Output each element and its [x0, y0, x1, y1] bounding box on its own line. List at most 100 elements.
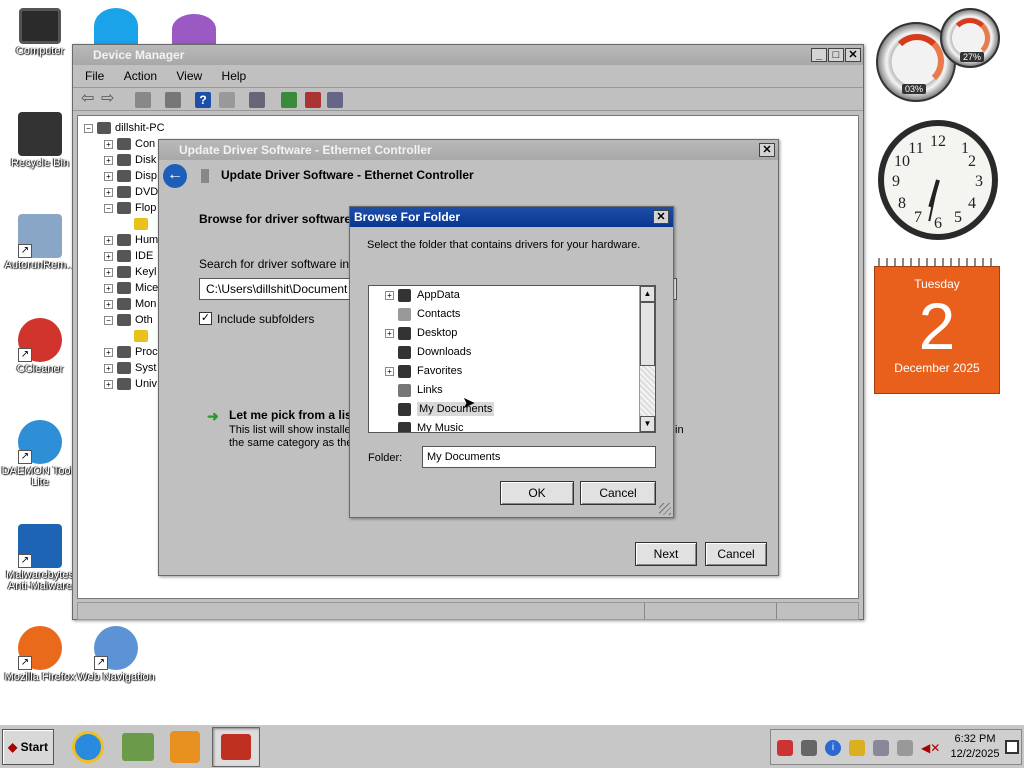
close-button[interactable]: ✕ — [845, 48, 861, 62]
expand-icon[interactable]: + — [104, 299, 113, 309]
collapse-icon[interactable]: − — [104, 203, 113, 213]
desktop-icon-recycle-bin[interactable]: Recycle Bin — [0, 112, 80, 169]
menu-file[interactable]: File — [77, 69, 112, 83]
desktop-icon-daemon-tools[interactable]: ↗ DAEMON Tools Lite — [0, 420, 80, 488]
expand-icon[interactable]: + — [104, 187, 113, 197]
include-subfolders-label[interactable]: Include subfolders — [217, 312, 314, 326]
start-button[interactable]: ◆ Start — [2, 729, 54, 765]
taskbar-explorer-icon[interactable] — [122, 733, 154, 761]
scroll-down-button[interactable]: ▼ — [640, 416, 655, 432]
expand-icon[interactable]: + — [385, 290, 394, 300]
update-driver-titlebar[interactable]: Update Driver Software - Ethernet Contro… — [159, 140, 778, 160]
expand-icon[interactable]: + — [104, 139, 113, 149]
tree-node[interactable]: + IDE — [104, 248, 153, 264]
update-driver-icon[interactable] — [281, 92, 297, 108]
expand-icon[interactable]: + — [104, 171, 113, 181]
expand-icon[interactable]: + — [104, 235, 113, 245]
folder-input[interactable]: My Documents — [422, 446, 656, 468]
browse-folder-titlebar[interactable]: Browse For Folder ✕ — [350, 207, 673, 227]
properties-icon[interactable] — [165, 92, 181, 108]
folder-item[interactable]: Links — [398, 381, 443, 400]
collapse-icon[interactable]: − — [104, 315, 113, 325]
menu-help[interactable]: Help — [214, 69, 255, 83]
folder-item[interactable]: Contacts — [398, 305, 460, 324]
volume-muted-icon[interactable]: ◀✕ — [921, 740, 940, 756]
tree-child[interactable] — [134, 328, 152, 344]
view-icon[interactable] — [219, 92, 235, 108]
cancel-button[interactable]: Cancel — [580, 481, 656, 505]
expand-icon[interactable]: + — [104, 283, 113, 293]
show-desktop-icon[interactable] — [1005, 740, 1019, 754]
help-icon[interactable]: ? — [195, 92, 211, 108]
cpu-meter-gadget[interactable]: 03% 27% — [872, 8, 1002, 104]
include-subfolders-checkbox[interactable]: ✓ — [199, 312, 212, 325]
network-icon[interactable] — [849, 740, 865, 756]
enable-device-icon[interactable] — [327, 92, 343, 108]
collapse-icon[interactable]: − — [84, 123, 93, 133]
menu-action[interactable]: Action — [116, 69, 165, 83]
tree-root[interactable]: − dillshit-PC — [84, 120, 165, 136]
cancel-button[interactable]: Cancel — [705, 542, 767, 566]
folder-item[interactable]: My Music — [398, 419, 463, 432]
desktop-icon-malwarebytes[interactable]: ↗ Malwarebytes Anti-Malware — [0, 524, 80, 592]
expand-icon[interactable]: + — [104, 379, 113, 389]
scan-hardware-icon[interactable] — [249, 92, 265, 108]
close-button[interactable]: ✕ — [759, 143, 775, 157]
info-icon[interactable]: i — [825, 740, 841, 756]
clock-time[interactable]: 6:32 PM — [949, 733, 1001, 745]
scroll-up-button[interactable]: ▲ — [640, 286, 655, 302]
tree-node[interactable]: − Flop — [104, 200, 156, 216]
tree-node[interactable]: + DVD — [104, 184, 158, 200]
expand-icon[interactable]: + — [385, 366, 394, 376]
menu-view[interactable]: View — [168, 69, 210, 83]
usb-icon[interactable] — [873, 740, 889, 756]
clock-date[interactable]: 12/2/2025 — [945, 748, 1005, 760]
desktop-icon-autorunremover[interactable]: ↗ AutorunRem... — [0, 214, 80, 271]
vertical-scrollbar[interactable]: ▲ ▼ — [639, 286, 655, 432]
calendar-gadget[interactable]: Tuesday 2 December 2025 — [874, 258, 1000, 394]
show-hide-tree-icon[interactable] — [135, 92, 151, 108]
expand-icon[interactable]: + — [104, 347, 113, 357]
folder-item[interactable]: + AppData — [385, 286, 460, 305]
shield-icon[interactable] — [777, 740, 793, 756]
tree-node[interactable]: + Univ — [104, 376, 157, 392]
expand-icon[interactable]: + — [104, 363, 113, 373]
chat-icon[interactable] — [801, 740, 817, 756]
printer-icon[interactable] — [897, 740, 913, 756]
desktop-icon-firefox[interactable]: ↗ Mozilla Firefox — [0, 626, 80, 683]
tree-node[interactable]: + Con — [104, 136, 155, 152]
tree-child[interactable] — [134, 216, 152, 232]
minimize-button[interactable]: _ — [811, 48, 827, 62]
messenger-icon[interactable] — [172, 14, 216, 44]
expand-icon[interactable]: + — [104, 251, 113, 261]
tree-node[interactable]: + Mon — [104, 296, 156, 312]
scroll-thumb[interactable] — [640, 302, 655, 366]
close-button[interactable]: ✕ — [653, 210, 669, 224]
taskbar-device-manager-app[interactable] — [212, 727, 260, 767]
folder-item[interactable]: Downloads — [398, 343, 471, 362]
back-icon[interactable]: ⇦ — [81, 91, 97, 108]
tree-node[interactable]: + Proc — [104, 344, 158, 360]
uninstall-icon[interactable] — [305, 92, 321, 108]
desktop-icon-web-navigation[interactable]: ↗ Web Navigation — [76, 626, 156, 683]
taskbar-media-player-icon[interactable] — [170, 731, 200, 763]
folder-item[interactable]: + Desktop — [385, 324, 457, 343]
expand-icon[interactable]: + — [104, 267, 113, 277]
folder-item[interactable]: + Favorites — [385, 362, 462, 381]
folder-item-selected[interactable]: My Documents — [398, 400, 495, 419]
desktop-icon-ccleaner[interactable]: ↗ CCleaner — [0, 318, 80, 375]
tree-node[interactable]: + Syst — [104, 360, 156, 376]
tree-node[interactable]: + Hum — [104, 232, 158, 248]
maximize-button[interactable]: □ — [828, 48, 844, 62]
desktop-icon-computer[interactable]: Computer — [0, 8, 80, 57]
device-manager-titlebar[interactable]: Device Manager _ □ ✕ — [73, 45, 863, 65]
skype-icon[interactable] — [94, 8, 138, 44]
expand-icon[interactable]: + — [385, 328, 394, 338]
next-button[interactable]: Next — [635, 542, 697, 566]
resize-grip-icon[interactable] — [659, 503, 671, 515]
tree-node[interactable]: + Disk — [104, 152, 156, 168]
tree-node[interactable]: + Mice — [104, 280, 158, 296]
expand-icon[interactable]: + — [104, 155, 113, 165]
taskbar-ie-icon[interactable] — [72, 731, 104, 763]
forward-icon[interactable]: ⇨ — [101, 91, 117, 108]
